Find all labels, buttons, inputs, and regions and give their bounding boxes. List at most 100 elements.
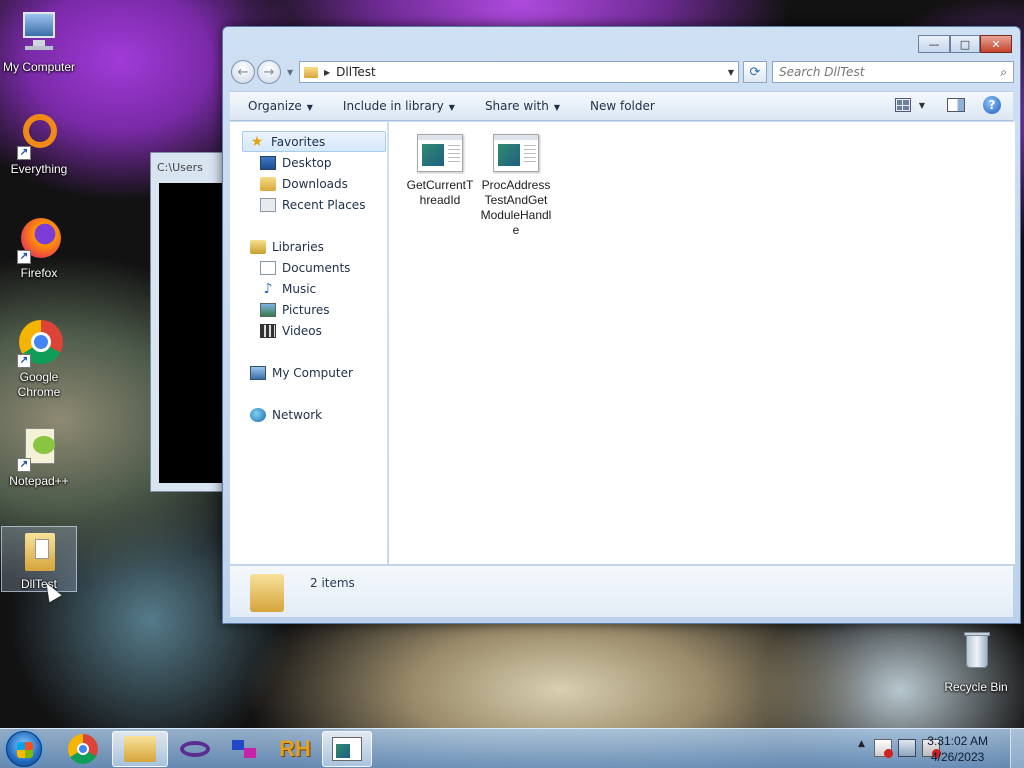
- nav-item-label: Pictures: [282, 302, 330, 317]
- close-button[interactable]: ✕: [980, 35, 1012, 53]
- forward-button[interactable]: →: [257, 60, 281, 84]
- nav-item-music[interactable]: ♪ Music: [260, 278, 317, 299]
- nav-item-label: Videos: [282, 323, 322, 338]
- infinity-icon: [180, 741, 210, 757]
- preview-pane-icon[interactable]: [947, 98, 965, 112]
- address-bar[interactable]: ▶ DllTest ▼: [299, 61, 739, 83]
- details-pane: 2 items: [230, 565, 1013, 617]
- minimize-button[interactable]: —: [918, 35, 950, 53]
- console-window-title: C:\Users: [157, 161, 203, 174]
- include-in-library-button[interactable]: Include in library ▼: [343, 99, 455, 113]
- desktop-icon-google-chrome[interactable]: ↗ Google Chrome: [1, 320, 77, 400]
- desktop-icon-label: Everything: [10, 162, 68, 176]
- navigation-pane: ★ Favorites Desktop Downloads Recent Pla…: [230, 122, 388, 564]
- nav-item-label: Network: [272, 407, 323, 422]
- breadcrumb-dlltest[interactable]: DllTest: [336, 65, 376, 79]
- address-dropdown-icon[interactable]: ▼: [728, 68, 734, 77]
- nav-item-videos[interactable]: Videos: [260, 320, 322, 341]
- desktop-icon-label: Notepad++: [9, 474, 69, 488]
- folder-icon: [124, 736, 156, 762]
- folder-icon: [250, 574, 284, 612]
- share-with-label: Share with: [484, 99, 549, 113]
- show-hidden-icons-icon[interactable]: ▲: [858, 739, 868, 757]
- nav-item-downloads[interactable]: Downloads: [260, 173, 348, 194]
- desktop-icon-recycle-bin[interactable]: Recycle Bin: [938, 630, 1014, 695]
- maximize-button[interactable]: □: [950, 35, 980, 53]
- organize-button[interactable]: Organize ▼: [248, 99, 313, 113]
- network-status-icon[interactable]: [898, 739, 916, 757]
- chrome-icon: ↗: [15, 320, 63, 368]
- libraries-icon: [250, 239, 266, 254]
- documents-icon: [260, 260, 276, 275]
- action-center-icon[interactable]: [874, 739, 893, 758]
- breadcrumb-arrow-icon[interactable]: ▶: [324, 68, 330, 77]
- chevron-down-icon: ▼: [448, 103, 455, 112]
- desktop-icon-everything[interactable]: ↗ Everything: [1, 112, 77, 177]
- desktop-icon-dlltest[interactable]: DllTest: [1, 526, 77, 592]
- star-icon: ★: [250, 133, 264, 150]
- nav-item-my-computer[interactable]: My Computer: [250, 362, 353, 383]
- desktop-icon-label: Firefox: [20, 266, 58, 280]
- computer-icon: [250, 365, 266, 380]
- taskbar-console[interactable]: [322, 731, 372, 767]
- desktop-icon-notepad-plus-plus[interactable]: ↗ Notepad++: [1, 424, 77, 489]
- nav-item-label: Favorites: [271, 134, 326, 149]
- back-button[interactable]: ←: [231, 60, 255, 84]
- organize-label: Organize: [248, 99, 302, 113]
- desktop-icon-my-computer[interactable]: My Computer: [1, 10, 77, 75]
- file-list: GetCurrentThreadId ProcAddressTestAndGet…: [389, 122, 1015, 564]
- search-input[interactable]: [779, 65, 979, 79]
- change-view-icon[interactable]: [894, 98, 911, 112]
- nav-item-pictures[interactable]: Pictures: [260, 299, 330, 320]
- caption-buttons: — □ ✕: [918, 35, 1012, 53]
- explorer-window[interactable]: — □ ✕ ← → ▼ ▶ DllTest ▼ ⟳ ⌕ Organize ▼ In…: [222, 26, 1021, 624]
- desktop-icon-label: My Computer: [2, 60, 76, 74]
- console-window[interactable]: C:\Users: [150, 152, 230, 492]
- search-box[interactable]: ⌕: [772, 61, 1014, 83]
- nav-item-label: Desktop: [282, 155, 332, 170]
- navigation-bar: ← → ▼ ▶ DllTest ▼ ⟳ ⌕: [231, 59, 1014, 85]
- desktop-icon-label: Recycle Bin: [944, 680, 1008, 694]
- diagram-icon: [232, 738, 258, 760]
- taskbar-explorer[interactable]: [112, 731, 168, 767]
- file-name: ProcAddressTestAndGetModuleHandle: [480, 178, 552, 237]
- refresh-button[interactable]: ⟳: [743, 61, 767, 83]
- nav-item-label: Documents: [282, 260, 351, 275]
- search-icon[interactable]: ⌕: [1000, 65, 1007, 80]
- show-desktop-button[interactable]: [1010, 729, 1024, 768]
- taskbar-resource-hacker[interactable]: RH: [270, 731, 320, 767]
- firefox-icon: ↗: [15, 216, 63, 264]
- include-in-library-label: Include in library: [342, 99, 444, 113]
- network-icon: [250, 407, 266, 422]
- downloads-icon: [260, 176, 276, 191]
- nav-item-network[interactable]: Network: [250, 404, 322, 425]
- shortcut-arrow-icon: ↗: [17, 354, 31, 368]
- file-item[interactable]: ProcAddressTestAndGetModuleHandle: [480, 134, 552, 238]
- console-window-icon: [332, 737, 362, 761]
- share-with-button[interactable]: Share with ▼: [485, 99, 560, 113]
- taskbar-chrome[interactable]: [58, 731, 108, 767]
- file-item[interactable]: GetCurrentThreadId: [404, 134, 476, 208]
- new-folder-button[interactable]: New folder: [590, 99, 655, 113]
- nav-item-libraries[interactable]: Libraries: [250, 236, 324, 257]
- desktop-icon-firefox[interactable]: ↗ Firefox: [1, 216, 77, 281]
- taskbar: RH ▲ 3:31:02 AM 4/26/2023: [0, 728, 1024, 768]
- view-options-dropdown[interactable]: ▼: [919, 101, 925, 110]
- shortcut-arrow-icon: ↗: [17, 250, 31, 264]
- nav-item-favorites[interactable]: ★ Favorites: [242, 131, 386, 152]
- chevron-down-icon: ▼: [306, 103, 313, 112]
- taskbar-visual-studio[interactable]: [170, 731, 220, 767]
- nav-item-desktop[interactable]: Desktop: [260, 152, 332, 173]
- start-button[interactable]: [6, 731, 42, 767]
- taskbar-network-tool[interactable]: [220, 731, 270, 767]
- everything-icon: ↗: [15, 112, 63, 160]
- recent-pages-dropdown[interactable]: ▼: [287, 68, 293, 77]
- clock[interactable]: 3:31:02 AM 4/26/2023: [927, 733, 988, 765]
- nav-item-recent-places[interactable]: Recent Places: [260, 194, 365, 215]
- nav-item-label: My Computer: [272, 365, 353, 380]
- console-body: [159, 183, 229, 483]
- shortcut-arrow-icon: ↗: [17, 146, 31, 160]
- nav-item-label: Downloads: [282, 176, 348, 191]
- nav-item-documents[interactable]: Documents: [260, 257, 350, 278]
- help-icon[interactable]: ?: [983, 96, 1001, 114]
